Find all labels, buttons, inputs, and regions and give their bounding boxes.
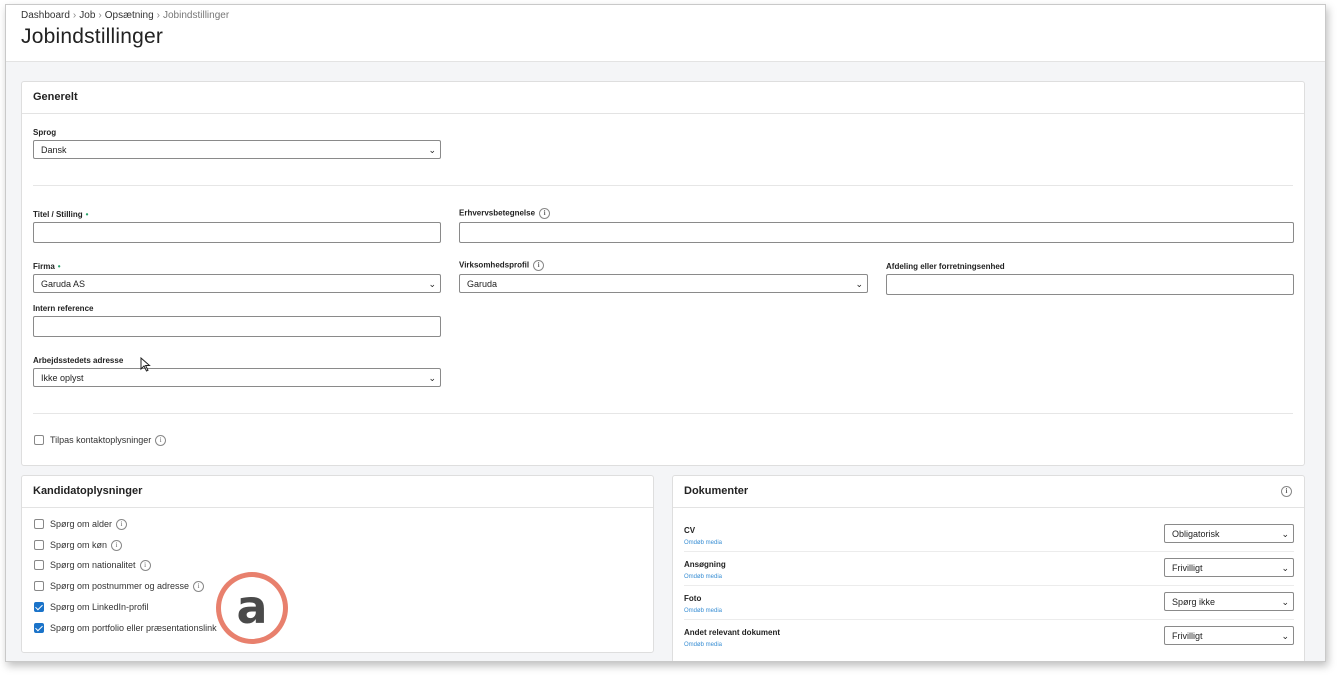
- page-header: Dashboard › Job › Opsætning › Jobindstillinger…: [6, 5, 1325, 62]
- ask-gender-label: Spørg om køn i: [50, 540, 123, 552]
- language-select[interactable]: Dansk ⌄: [33, 140, 441, 159]
- breadcrumb-dashboard[interactable]: Dashboard: [21, 10, 70, 21]
- general-heading: Generelt: [22, 82, 1304, 114]
- occupation-input[interactable]: [459, 222, 1294, 243]
- annotation-badge-letter: a: [221, 577, 283, 639]
- title-label: Titel / Stilling •: [33, 210, 89, 219]
- chevron-down-icon: ⌄: [855, 279, 863, 289]
- ask-age-label: Spørg om alder i: [50, 519, 128, 531]
- general-card: Generelt Sprog Dansk ⌄ Titel / Stilling •…: [21, 81, 1305, 466]
- chevron-down-icon: ⌄: [1281, 631, 1289, 641]
- chevron-down-icon: ⌄: [1281, 597, 1289, 607]
- page-title: Jobindstillinger: [21, 25, 164, 48]
- doc-photo-name: Foto: [684, 594, 702, 603]
- language-label: Sprog: [33, 128, 57, 137]
- divider: [684, 619, 1294, 620]
- company-label: Firma •: [33, 262, 61, 271]
- workplace-address-label: Arbejdsstedets adresse: [33, 356, 124, 365]
- info-icon: i: [539, 208, 551, 219]
- internal-ref-label: Intern reference: [33, 304, 94, 313]
- internal-ref-input[interactable]: [33, 316, 441, 337]
- breadcrumb-setup[interactable]: Opsætning: [105, 10, 154, 21]
- ask-nationality-checkbox[interactable]: [34, 560, 44, 570]
- doc-other-select[interactable]: Frivilligt ⌄: [1164, 626, 1294, 645]
- company-select[interactable]: Garuda AS ⌄: [33, 274, 441, 293]
- doc-other-rename-link[interactable]: Omdøb media: [684, 642, 722, 648]
- doc-application-select[interactable]: Frivilligt ⌄: [1164, 558, 1294, 577]
- divider: [684, 551, 1294, 552]
- ask-address-label: Spørg om postnummer og adresse i: [50, 581, 205, 593]
- breadcrumb-job[interactable]: Job: [79, 10, 95, 21]
- doc-other-name: Andet relevant dokument: [684, 628, 781, 637]
- ask-portfolio-label: Spørg om portfolio eller præsentationsli…: [50, 623, 217, 633]
- app-window: Dashboard › Job › Opsætning › Jobindstillinger…: [5, 4, 1326, 662]
- language-value: Dansk: [41, 145, 67, 155]
- chevron-down-icon: ⌄: [428, 279, 436, 289]
- business-profile-select[interactable]: Garuda ⌄: [459, 274, 868, 293]
- department-label: Afdeling eller forretningsenhed: [886, 262, 1005, 271]
- info-icon: i: [111, 540, 123, 552]
- info-icon: i: [139, 560, 151, 572]
- info-icon: i: [533, 260, 545, 271]
- divider: [33, 413, 1293, 414]
- doc-photo-rename-link[interactable]: Omdøb media: [684, 608, 722, 614]
- doc-cv-rename-link[interactable]: Omdøb media: [684, 540, 722, 546]
- ask-linkedin-label: Spørg om LinkedIn-profil: [50, 602, 149, 612]
- customize-contact-label: Tilpas kontaktoplysninger i: [50, 435, 167, 447]
- info-icon: i: [155, 435, 167, 447]
- ask-age-checkbox[interactable]: [34, 519, 44, 529]
- breadcrumb-current: Jobindstillinger: [163, 10, 230, 21]
- divider: [684, 585, 1294, 586]
- doc-cv-name: CV: [684, 526, 696, 535]
- doc-application-name: Ansøgning: [684, 560, 726, 569]
- documents-heading: Dokumenter i: [673, 476, 1304, 508]
- ask-portfolio-checkbox[interactable]: [34, 623, 44, 633]
- mouse-cursor-icon: [140, 357, 151, 372]
- candidate-heading: Kandidatoplysninger: [22, 476, 653, 508]
- chevron-down-icon: ⌄: [428, 373, 436, 383]
- doc-application-rename-link[interactable]: Omdøb media: [684, 574, 722, 580]
- breadcrumb: Dashboard › Job › Opsætning › Jobindstillinger: [21, 10, 230, 21]
- ask-nationality-label: Spørg om nationalitet i: [50, 560, 151, 572]
- candidate-card: Kandidatoplysninger Spørg om alder i Spør…: [21, 475, 654, 653]
- info-icon[interactable]: i: [1281, 486, 1292, 497]
- chevron-down-icon: ⌄: [1281, 563, 1289, 573]
- info-icon: i: [116, 519, 128, 531]
- chevron-down-icon: ⌄: [428, 145, 436, 155]
- doc-photo-select[interactable]: Spørg ikke ⌄: [1164, 592, 1294, 611]
- ask-gender-checkbox[interactable]: [34, 540, 44, 550]
- annotation-badge: a: [216, 572, 288, 644]
- required-dot: •: [57, 262, 61, 271]
- customize-contact-checkbox[interactable]: [34, 435, 44, 445]
- doc-cv-select[interactable]: Obligatorisk ⌄: [1164, 524, 1294, 543]
- business-profile-label: Virksomhedsprofil i: [459, 260, 545, 271]
- chevron-down-icon: ⌄: [1281, 529, 1289, 539]
- department-input[interactable]: [886, 274, 1294, 295]
- required-dot: •: [85, 210, 89, 219]
- ask-address-checkbox[interactable]: [34, 581, 44, 591]
- workplace-address-select[interactable]: Ikke oplyst ⌄: [33, 368, 441, 387]
- info-icon: i: [193, 581, 205, 593]
- ask-linkedin-checkbox[interactable]: [34, 602, 44, 612]
- title-input[interactable]: [33, 222, 441, 243]
- documents-card: Dokumenter i CV Omdøb media Obligatorisk ⌄…: [672, 475, 1305, 661]
- occupation-label: Erhvervsbetegnelse i: [459, 208, 551, 219]
- divider: [33, 185, 1293, 186]
